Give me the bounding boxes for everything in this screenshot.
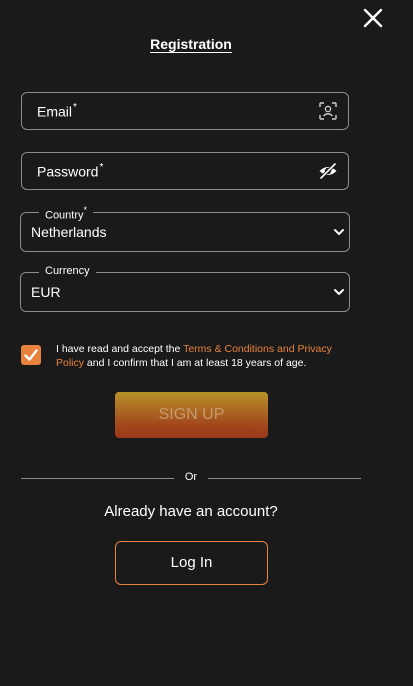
- currency-value: EUR: [31, 284, 61, 300]
- email-label: Email*: [37, 102, 77, 120]
- close-button[interactable]: [361, 6, 385, 30]
- divider-line-right: [208, 478, 361, 479]
- eye-slash-icon[interactable]: [318, 161, 338, 181]
- close-icon: [363, 8, 383, 28]
- log-in-button[interactable]: Log In: [115, 541, 268, 585]
- country-select[interactable]: Country* Netherlands: [20, 204, 350, 252]
- terms-checkbox[interactable]: [21, 345, 41, 365]
- divider-label: Or: [184, 471, 198, 483]
- login-prompt: Already have an account?: [104, 503, 278, 520]
- currency-label: Currency: [39, 264, 96, 278]
- sign-up-button[interactable]: SIGN UP: [115, 392, 268, 438]
- face-scan-icon[interactable]: [318, 101, 338, 121]
- password-field[interactable]: Password*: [21, 152, 349, 190]
- terms-text: I have read and accept the Terms & Condi…: [56, 343, 332, 369]
- chevron-down-icon: [334, 229, 344, 235]
- chevron-down-icon: [334, 289, 344, 295]
- password-label: Password*: [37, 162, 104, 180]
- email-field[interactable]: Email*: [21, 92, 349, 130]
- page-title: Registration: [150, 36, 232, 52]
- country-label: Country*: [39, 204, 94, 223]
- country-value: Netherlands: [31, 224, 107, 240]
- divider-line-left: [21, 478, 174, 479]
- currency-select[interactable]: Currency EUR: [20, 264, 350, 312]
- checkmark-icon: [24, 349, 38, 361]
